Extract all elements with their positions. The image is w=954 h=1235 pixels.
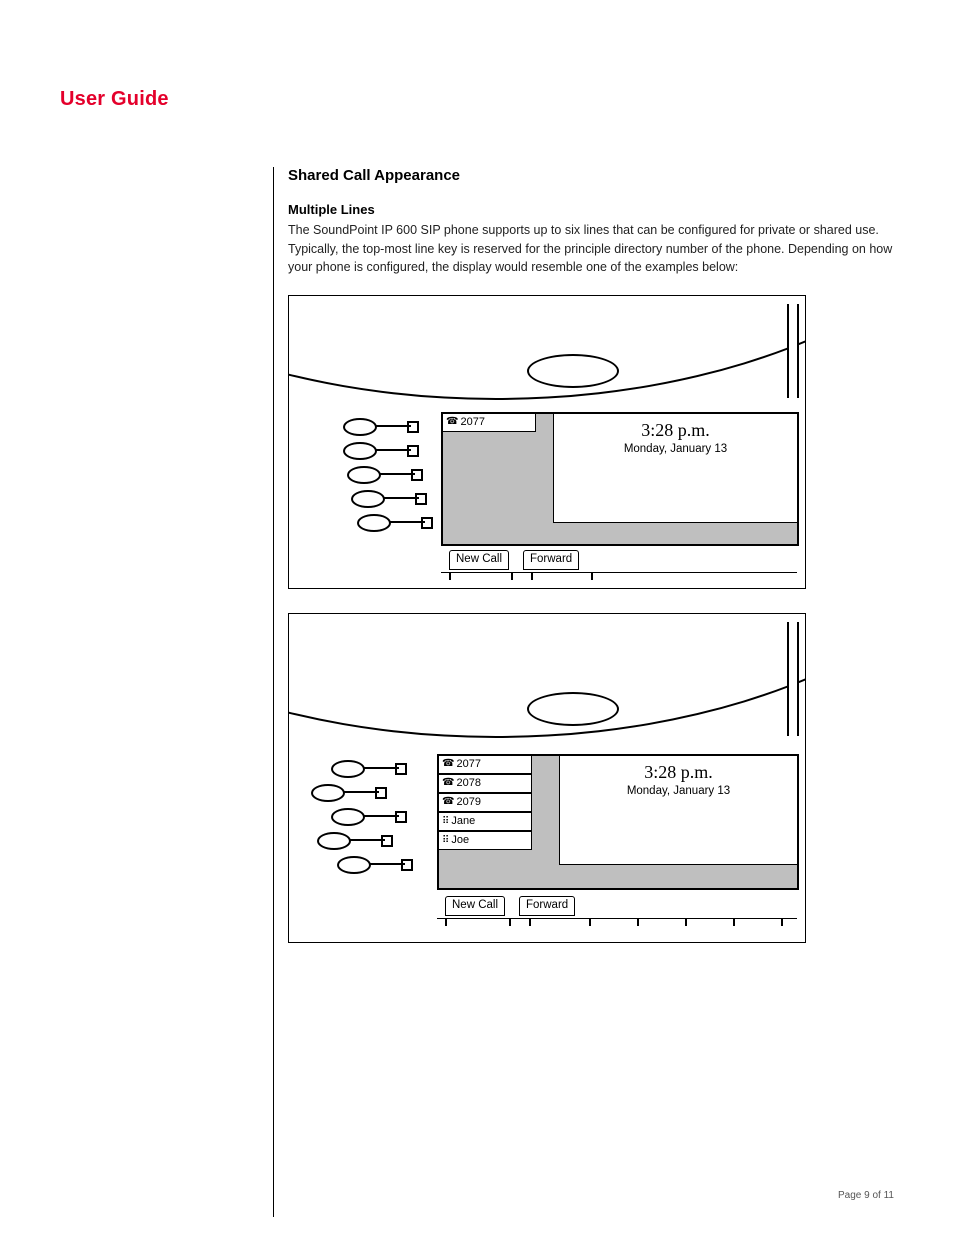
line-label-text: 2077 (460, 416, 484, 428)
line-label: ☎2078 (438, 774, 532, 793)
line-label-text: 2078 (456, 777, 480, 789)
line-label: Joe (438, 831, 532, 850)
clock-time: 3:28 p.m. (560, 762, 797, 783)
screen-frame-edge (787, 622, 799, 736)
line-label-text: 2079 (456, 796, 480, 808)
phone-icon: ☎ (442, 757, 454, 771)
line-key-button (331, 808, 365, 826)
line-key-button (351, 490, 385, 508)
line-key-button (343, 418, 377, 436)
clock-date: Monday, January 13 (560, 785, 797, 797)
screen-frame-edge (787, 304, 799, 398)
softkey-forward: Forward (519, 896, 575, 916)
clock-date: Monday, January 13 (554, 443, 797, 455)
line-key-button (317, 832, 351, 850)
lcd-screen: ☎2077 ☎2078 ☎2079 Jane Joe (437, 754, 799, 890)
lcd-info-panel: 3:28 p.m. Monday, January 13 (559, 755, 798, 865)
line-key-button (311, 784, 345, 802)
line-label-text: Joe (451, 834, 469, 846)
line-label: ☎2079 (438, 793, 532, 812)
line-label: Jane (438, 812, 532, 831)
softkey-forward: Forward (523, 550, 579, 570)
softkey-tickbar (441, 572, 797, 583)
phone-icon: ☎ (442, 776, 454, 790)
line-label: ☎2077 (438, 755, 532, 774)
phone-icon: ☎ (446, 415, 458, 429)
line-key-button (347, 466, 381, 484)
line-key-button (337, 856, 371, 874)
line-label-text: 2077 (456, 758, 480, 770)
line-label: ☎2077 (442, 413, 536, 432)
softkey-tickbar (437, 918, 797, 929)
line-key-button (343, 442, 377, 460)
body-paragraph: The SoundPoint IP 600 SIP phone supports… (288, 221, 914, 277)
speaker-ellipse (527, 692, 619, 726)
speed-dial-icon (442, 815, 451, 827)
content-column: Shared Call Appearance Multiple Lines Th… (273, 167, 914, 1217)
page-number: Page 9 of 11 (838, 1190, 894, 1201)
clock-time: 3:28 p.m. (554, 420, 797, 441)
subsection-heading: Multiple Lines (288, 202, 914, 217)
phone-diagram-single-line: ☎2077 3:28 p.m. Monday, January 13 New C… (288, 295, 806, 589)
speed-dial-icon (442, 834, 451, 846)
softkey-new-call: New Call (449, 550, 509, 570)
speaker-ellipse (527, 354, 619, 388)
line-key-button (331, 760, 365, 778)
document-title: User Guide (60, 88, 894, 111)
section-heading: Shared Call Appearance (288, 167, 914, 184)
line-key-button (357, 514, 391, 532)
lcd-screen: ☎2077 3:28 p.m. Monday, January 13 (441, 412, 799, 546)
softkey-new-call: New Call (445, 896, 505, 916)
lcd-info-panel: 3:28 p.m. Monday, January 13 (553, 413, 798, 523)
line-label-text: Jane (451, 815, 475, 827)
phone-diagram-multi-line: ☎2077 ☎2078 ☎2079 Jane Joe (288, 613, 806, 943)
phone-icon: ☎ (442, 795, 454, 809)
